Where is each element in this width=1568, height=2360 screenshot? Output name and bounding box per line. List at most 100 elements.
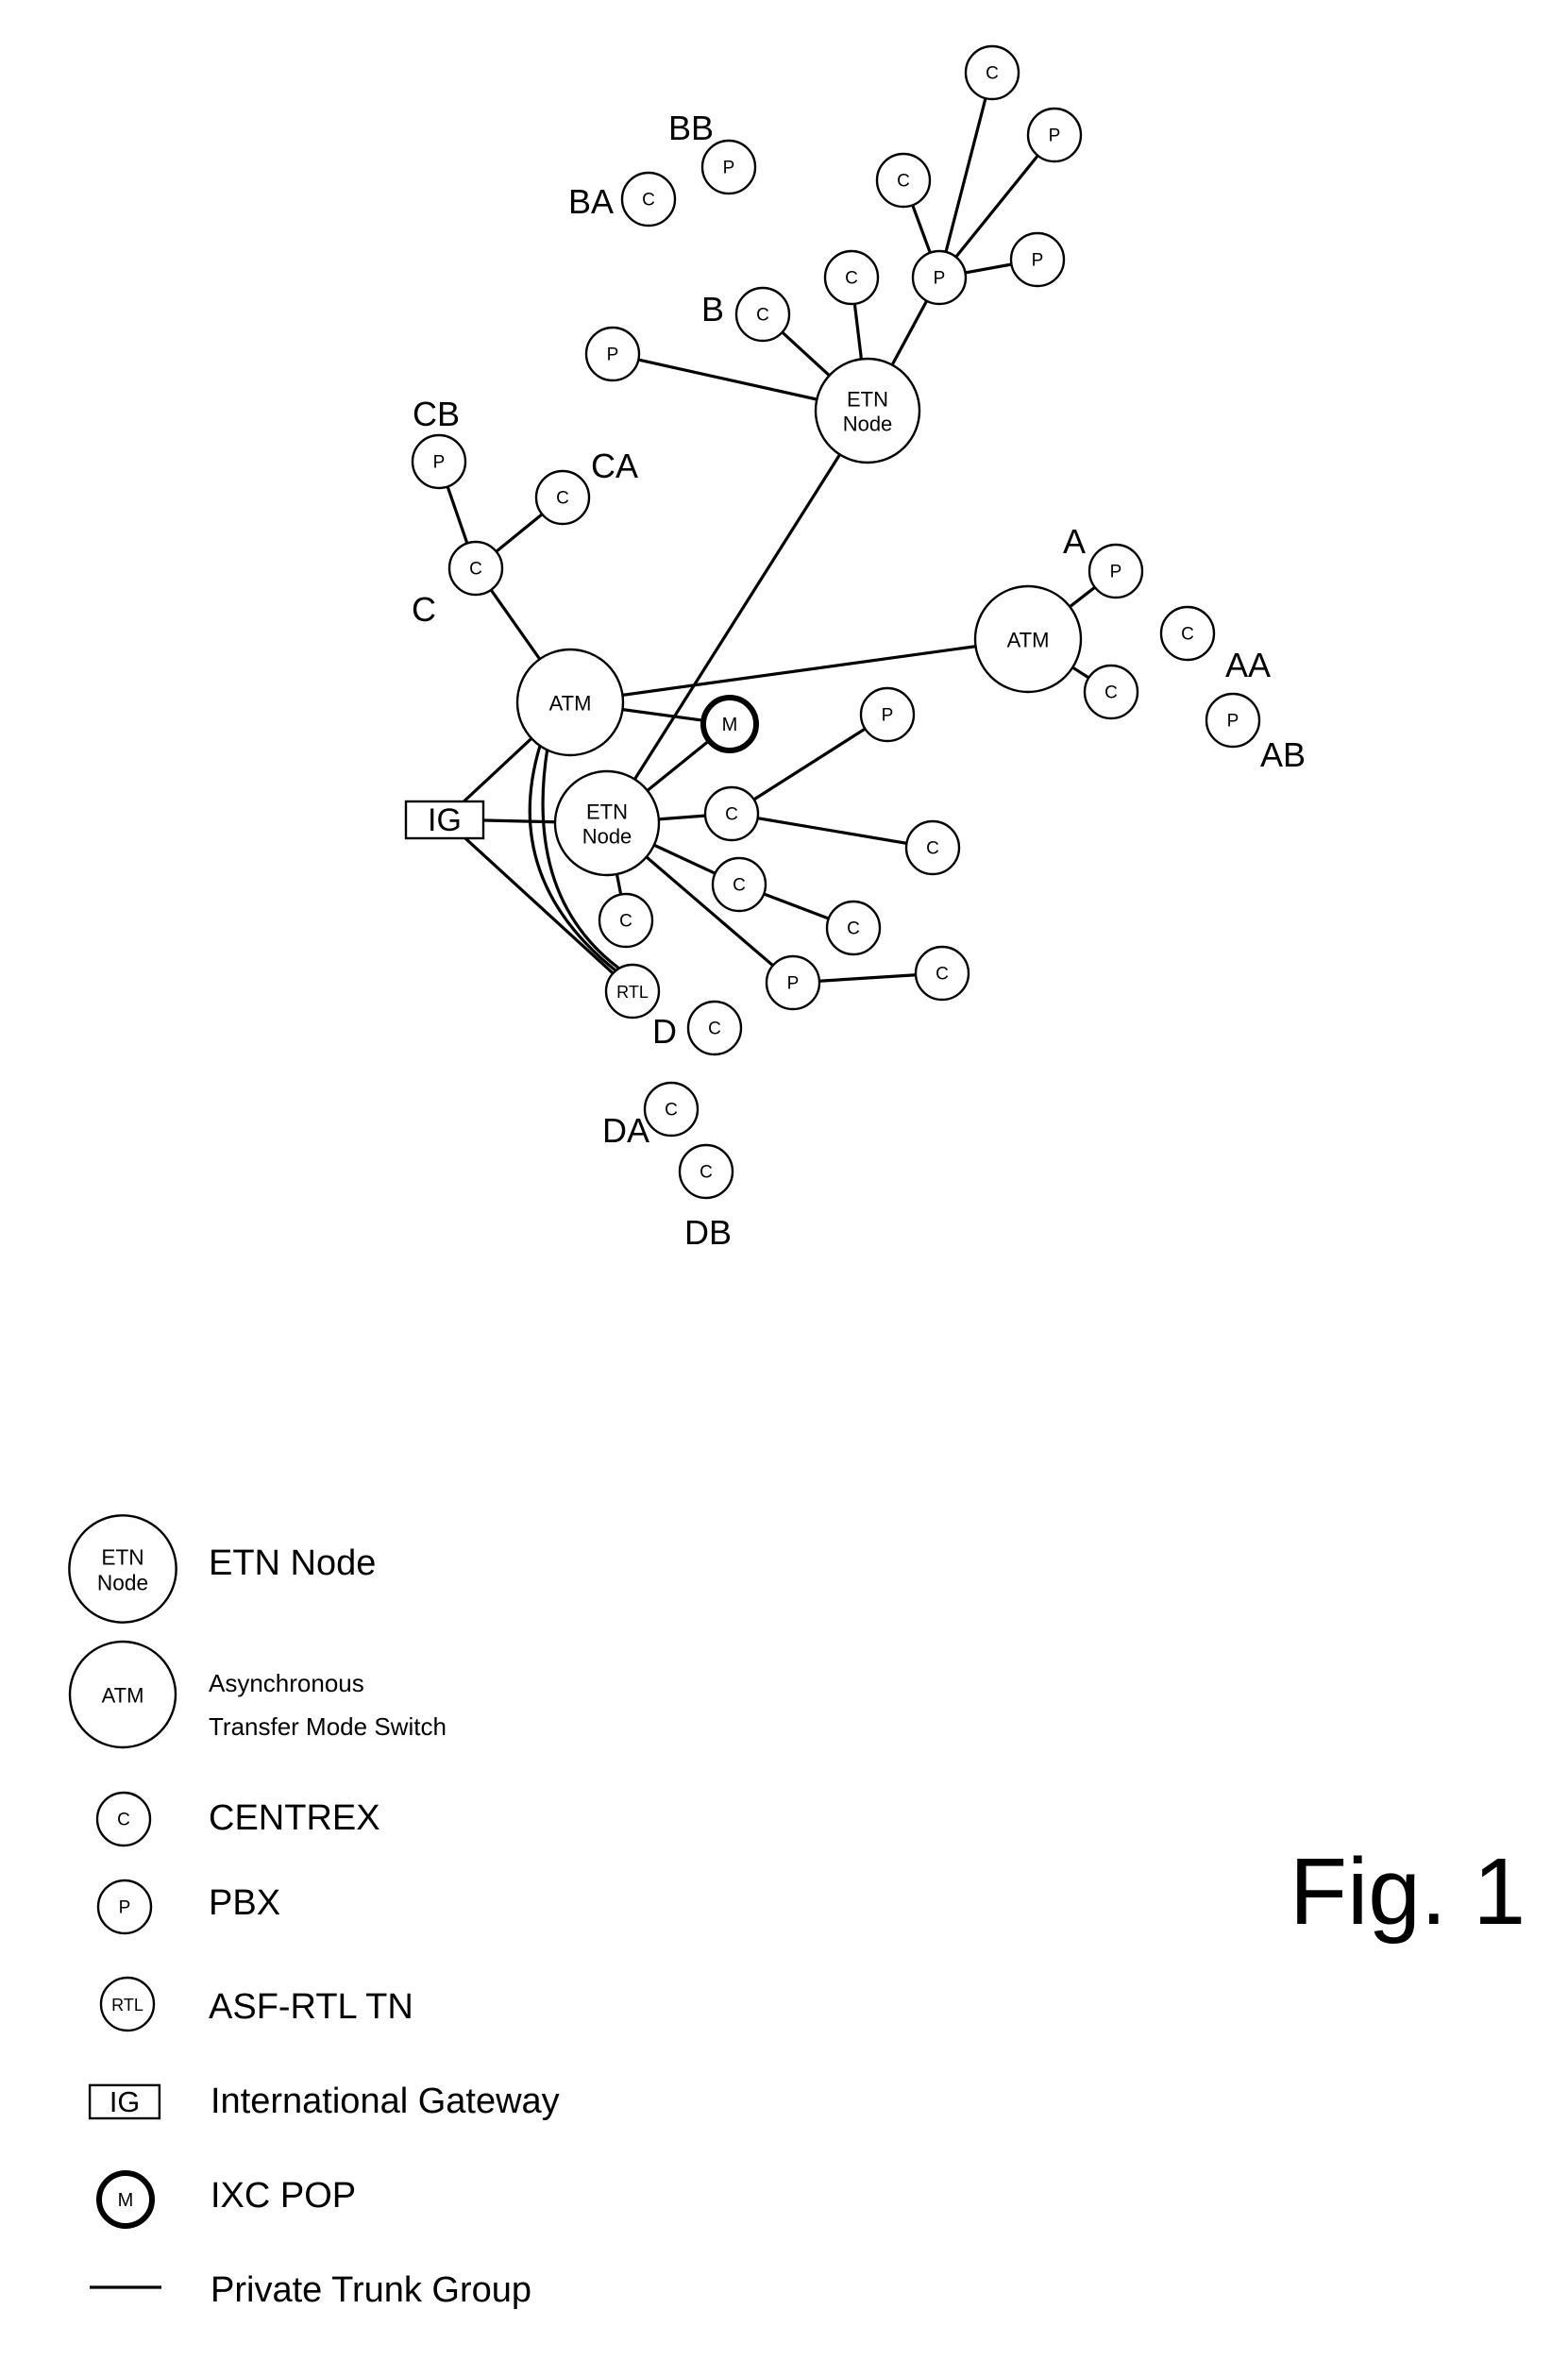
group-label: A <box>1063 522 1086 561</box>
pbx-node: P <box>859 686 916 743</box>
node-label: P <box>1110 563 1122 582</box>
centrex-node: C <box>703 785 760 842</box>
group-label: C <box>412 590 436 629</box>
centrex-node: C <box>964 44 1020 101</box>
trunk-edge <box>605 410 869 824</box>
centrex-node: C <box>875 152 932 209</box>
node-label: P <box>723 159 735 178</box>
node-label: C <box>725 805 738 825</box>
centrex-node: C <box>1159 605 1216 662</box>
legend-item-ixc: M IXC POP <box>96 2170 356 2229</box>
node-label: C <box>117 1811 130 1830</box>
node-label: C <box>642 191 655 211</box>
node-label: C <box>936 965 949 985</box>
rtl-legend-icon: RTL <box>99 1976 156 2032</box>
legend-label: PBX <box>209 1883 280 1923</box>
node-label: C <box>845 269 858 289</box>
node-label: C <box>665 1101 678 1121</box>
centrex-node: C <box>643 1081 700 1138</box>
group-label: B <box>701 290 724 329</box>
legend-item-etn: ETNNode ETN Node <box>68 1514 376 1624</box>
node-label: IG <box>428 802 462 838</box>
group-label: CB <box>413 395 460 433</box>
legend-item-ig: IG International Gateway <box>88 2082 560 2121</box>
centrex-node: C <box>825 900 882 956</box>
group-label: BB <box>668 109 714 147</box>
node-label: M <box>722 715 738 735</box>
node-label: P <box>433 453 446 473</box>
centrex-node: C <box>711 856 767 913</box>
pbx-node: P <box>765 954 821 1011</box>
node-label: P <box>787 974 800 994</box>
pbx-legend-icon: P <box>96 1879 153 1935</box>
node-label: Node <box>582 825 632 849</box>
centrex-node: C <box>447 540 504 597</box>
node-label: C <box>700 1163 713 1183</box>
edges-layer <box>437 72 1117 993</box>
centrex-node: C <box>598 892 654 949</box>
pbx-node: P <box>911 249 968 306</box>
centrex-node: C <box>678 1143 734 1200</box>
etn-node: ETNNode <box>553 769 661 877</box>
pbx-node: P <box>1026 107 1083 163</box>
centrex-node: C <box>534 469 591 526</box>
pbx-node: P <box>1205 692 1261 749</box>
legend-item-atm: ATM Asynchronous Transfer Mode Switch <box>68 1640 447 1749</box>
centrex-node: C <box>823 249 880 306</box>
node-label: C <box>733 876 746 896</box>
pbx-node: P <box>1009 231 1066 288</box>
ixc-legend-icon: M <box>96 2170 155 2229</box>
node-label: C <box>708 1020 721 1039</box>
trunk-edge <box>731 812 934 850</box>
node-label: ETN <box>847 388 888 412</box>
node-label: P <box>1227 712 1239 732</box>
legend-label: ASF-RTL TN <box>209 1987 413 2027</box>
node-label: P <box>882 706 894 726</box>
figure-title: Fig. 1 <box>1290 1839 1526 1945</box>
node-label: C <box>986 64 999 84</box>
centrex-node: C <box>620 171 677 228</box>
centrex-node: C <box>1083 664 1139 720</box>
centrex-node: C <box>686 1000 743 1056</box>
node-label: C <box>926 839 939 859</box>
trunk-edge <box>569 637 1029 704</box>
node-label: C <box>756 306 769 326</box>
legend-item-trunk: Private Trunk Group <box>90 2270 531 2310</box>
centrex-node: C <box>904 819 961 876</box>
centrex-node: C <box>734 286 791 343</box>
nodes-layer: ETNNodeETNNodeATMATMMIGRTLCPCPC PCPCPPCC P… <box>404 44 1261 1200</box>
legend-label: CENTREX <box>209 1798 380 1838</box>
node-label: ATM <box>549 692 592 716</box>
node-label: C <box>556 489 569 509</box>
node-label: Node <box>843 413 893 436</box>
group-label: DA <box>602 1111 649 1150</box>
node-label: ATM <box>102 1684 144 1708</box>
node-label: RTL <box>616 983 649 1002</box>
node-label: P <box>1049 126 1061 146</box>
centrex-node: C <box>914 945 970 1002</box>
node-label: C <box>1181 625 1194 645</box>
group-label: D <box>652 1012 677 1051</box>
node-label: C <box>1104 683 1118 703</box>
legend-label: IXC POP <box>211 2176 356 2216</box>
node-label: ATM <box>1007 629 1050 652</box>
pbx-node: P <box>584 326 641 382</box>
node-label: RTL <box>111 1996 143 2014</box>
etn-legend-icon: ETNNode <box>68 1514 177 1624</box>
group-label: DB <box>684 1213 732 1252</box>
node-label: IG <box>110 2086 140 2118</box>
centrex-legend-icon: C <box>95 1791 152 1847</box>
legend-item-pbx: P PBX <box>96 1879 280 1935</box>
node-label: ETN <box>586 801 628 824</box>
node-label: M <box>118 2190 134 2211</box>
atm-legend-icon: ATM <box>68 1640 177 1749</box>
legend-label: International Gateway <box>211 2082 560 2121</box>
legend-label: Asynchronous <box>209 1669 364 1697</box>
legend-label: Private Trunk Group <box>211 2270 531 2310</box>
node-label: C <box>469 560 482 580</box>
group-label: AB <box>1260 735 1306 774</box>
legend: ETNNode ETN NodeATM AsynchronousTransfer M… <box>68 1514 560 2310</box>
node-label: C <box>897 172 910 192</box>
legend-label: ETN Node <box>209 1543 376 1583</box>
network-diagram: ETNNodeETNNodeATMATMMIGRTLCPCPC PCPCPPCC P… <box>68 44 1526 2310</box>
